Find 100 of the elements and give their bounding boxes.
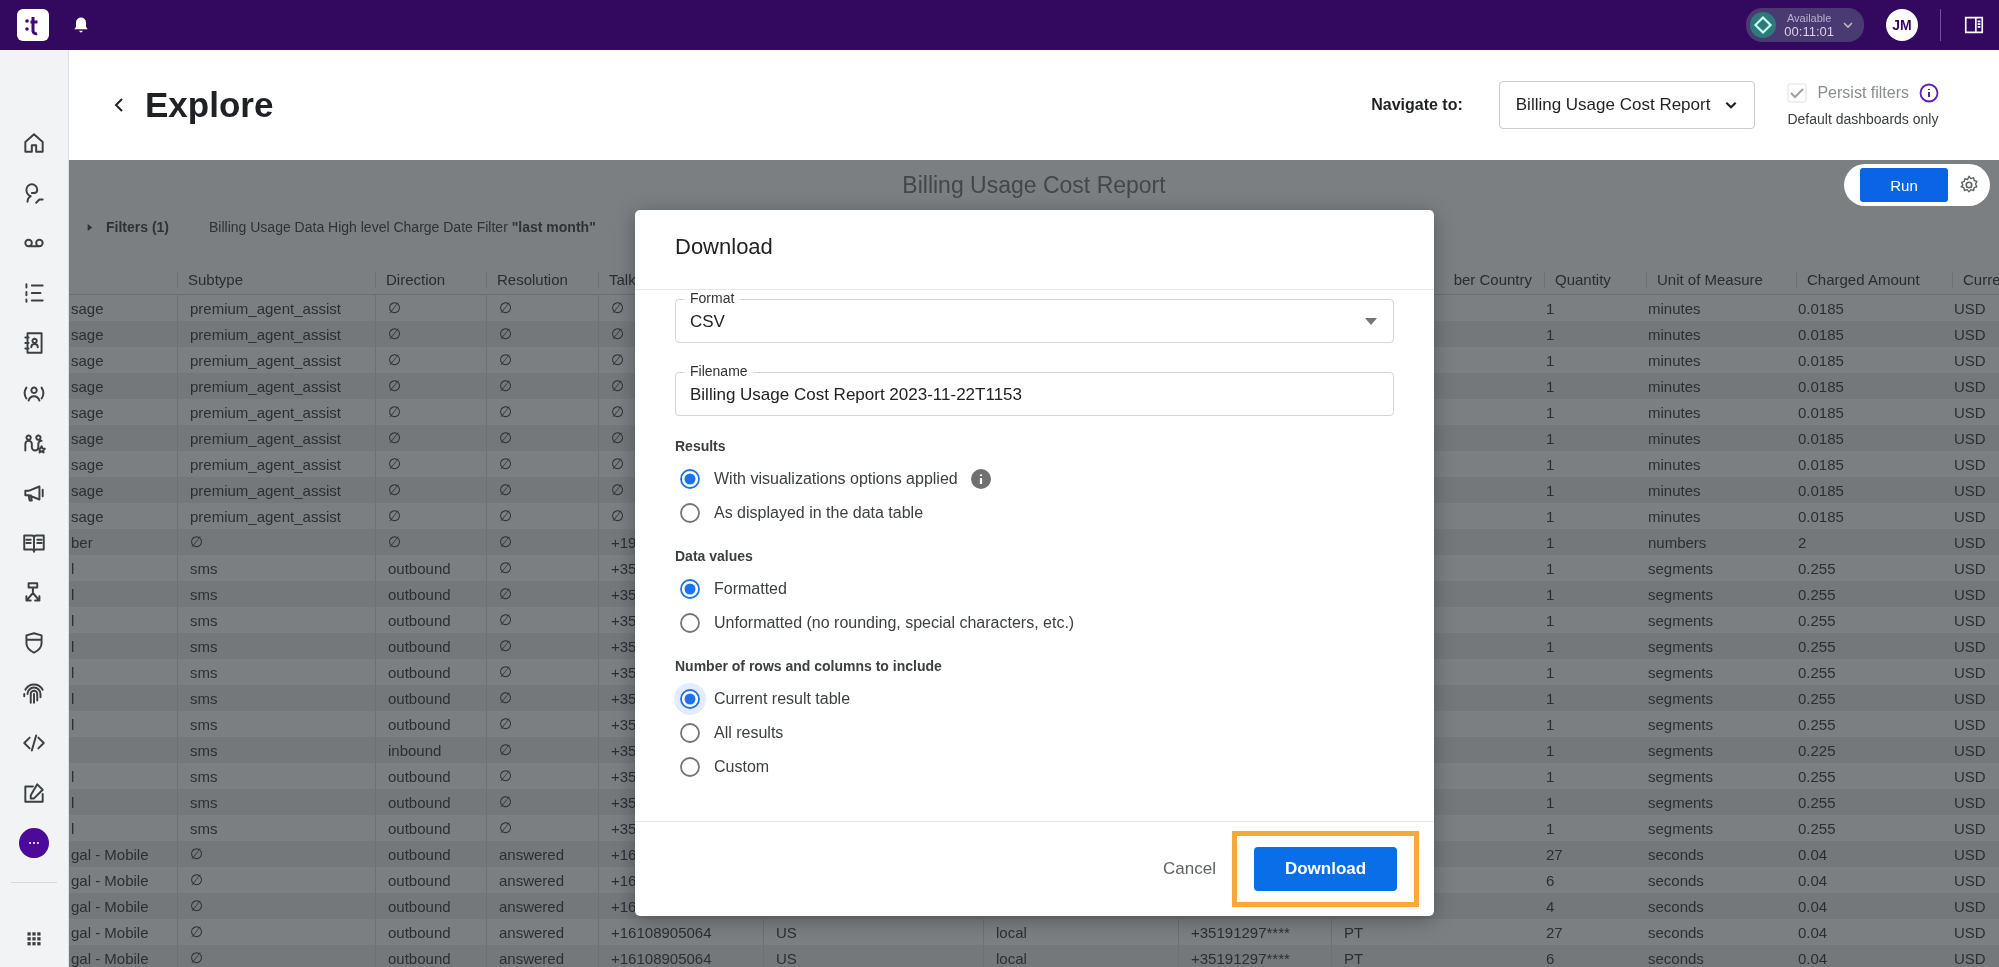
table-cell: ∅ (388, 429, 401, 447)
table-cell: USD (1954, 689, 1986, 707)
download-button[interactable]: Download (1254, 847, 1397, 891)
report-title: Billing Usage Cost Report (902, 171, 1166, 199)
table-cell: ∅ (388, 507, 401, 525)
table-cell: USD (1954, 819, 1986, 837)
table-cell: 0.0185 (1798, 455, 1844, 473)
table-cell: +19 (611, 533, 637, 551)
filename-field[interactable]: Filename Billing Usage Cost Report 2023-11-22T1153 (675, 363, 1394, 416)
info-icon[interactable] (970, 469, 991, 489)
table-cell: 0.0185 (1798, 351, 1844, 369)
column-header[interactable]: Charged Amount (1796, 272, 1952, 288)
table-cell: +16108905064 (611, 923, 712, 941)
table-cell: ∅ (499, 481, 512, 499)
info-icon[interactable] (1919, 83, 1939, 103)
side-panel-icon[interactable] (1963, 14, 1985, 36)
app-logo-icon[interactable] (17, 9, 49, 41)
table-cell: +35 (611, 767, 637, 785)
table-cell: 1 (1546, 819, 1555, 837)
table-cell: outbound (388, 689, 451, 707)
table-cell: sms (190, 611, 218, 629)
table-cell: 0.255 (1798, 585, 1836, 603)
table-cell: gal - Mobile (71, 871, 149, 889)
table-cell: segments (1648, 637, 1714, 655)
radio-button[interactable] (679, 502, 701, 524)
table-cell: ∅ (190, 533, 203, 551)
table-cell: ∅ (388, 325, 401, 343)
table-cell: segments (1648, 741, 1714, 759)
option-label: As displayed in the data table (714, 504, 924, 522)
dashboard-select[interactable]: Billing Usage Cost Report (1498, 81, 1756, 129)
table-cell: minutes (1648, 325, 1701, 343)
table-cell: 1 (1546, 663, 1555, 681)
column-header[interactable]: Resolution (486, 272, 598, 288)
table-cell: USD (1954, 455, 1986, 473)
table-cell: premium_agent_assist (190, 299, 341, 317)
table-cell: +16108905064 (611, 949, 712, 967)
column-header[interactable]: Subtype (177, 272, 375, 288)
table-cell: ∅ (499, 793, 512, 811)
table-cell: sms (190, 819, 218, 837)
group-title: Results (675, 438, 727, 454)
table-cell: minutes (1648, 403, 1701, 421)
table-cell: segments (1648, 611, 1714, 629)
radio-button[interactable] (679, 756, 701, 778)
table-cell: 6 (1546, 949, 1555, 967)
table-cell: ∅ (499, 559, 512, 577)
radio-button[interactable] (679, 578, 701, 600)
column-header[interactable]: Quantity (1544, 272, 1646, 288)
table-cell: l (71, 689, 75, 707)
table-cell: 0.04 (1798, 923, 1828, 941)
table-cell: ∅ (499, 351, 512, 369)
table-cell: seconds (1648, 923, 1704, 941)
table-cell: sage (71, 299, 104, 317)
cancel-button[interactable]: Cancel (1157, 858, 1222, 880)
table-cell: ∅ (499, 455, 512, 473)
table-cell: +16 (611, 871, 637, 889)
table-cell: outbound (388, 767, 451, 785)
table-cell: ∅ (611, 403, 624, 421)
option-label: Formatted (714, 580, 787, 598)
radio-button[interactable] (679, 468, 701, 490)
table-cell: ∅ (388, 533, 401, 551)
table-cell: segments (1648, 585, 1714, 603)
edit-icon[interactable] (21, 780, 47, 806)
column-header[interactable]: Curre (1952, 272, 1999, 288)
table-cell: seconds (1648, 871, 1704, 889)
radio-button[interactable] (679, 722, 701, 744)
home-icon[interactable] (21, 130, 47, 156)
table-cell: gal - Mobile (71, 845, 149, 863)
user-avatar[interactable]: JM (1886, 9, 1918, 41)
table-cell: 27 (1546, 845, 1563, 863)
table-cell: sms (190, 793, 218, 811)
field-label: Filename (685, 363, 753, 379)
option-label: Unformatted (no rounding, special characters, etc.) (714, 614, 1075, 632)
radio-button[interactable] (679, 612, 701, 634)
column-header[interactable]: Direction (375, 272, 486, 288)
table-cell: premium_agent_assist (190, 455, 341, 473)
run-button[interactable]: Run (1860, 168, 1948, 202)
table-cell: 1 (1546, 767, 1555, 785)
column-header[interactable]: Unit of Measure (1646, 272, 1796, 288)
table-cell: ∅ (611, 351, 624, 369)
table-cell: seconds (1648, 845, 1704, 863)
table-cell: segments (1648, 715, 1714, 733)
table-cell: 0.255 (1798, 559, 1836, 577)
table-cell: 0.0185 (1798, 377, 1844, 395)
column-header[interactable]: ber Country (1443, 272, 1544, 288)
table-cell: ∅ (499, 325, 512, 343)
format-select[interactable]: Format CSV (675, 290, 1394, 343)
option-label: With visualizations options applied (714, 470, 958, 488)
back-icon[interactable] (113, 97, 125, 113)
table-cell: +35 (611, 637, 637, 655)
status-selector[interactable]: Available 00:11:01 (1746, 8, 1864, 42)
table-cell: outbound (388, 637, 451, 655)
table-cell: 1 (1546, 403, 1555, 421)
persist-filters-label: Persist filters (1817, 84, 1909, 102)
table-cell: answered (499, 845, 565, 863)
table-cell: sms (190, 559, 218, 577)
table-cell: 0.255 (1798, 793, 1836, 811)
table-cell: outbound (388, 585, 451, 603)
table-cell: premium_agent_assist (190, 403, 341, 421)
table-cell: +35191297**** (1191, 949, 1290, 967)
filters-toggle[interactable]: Filters (1) (79, 218, 175, 236)
